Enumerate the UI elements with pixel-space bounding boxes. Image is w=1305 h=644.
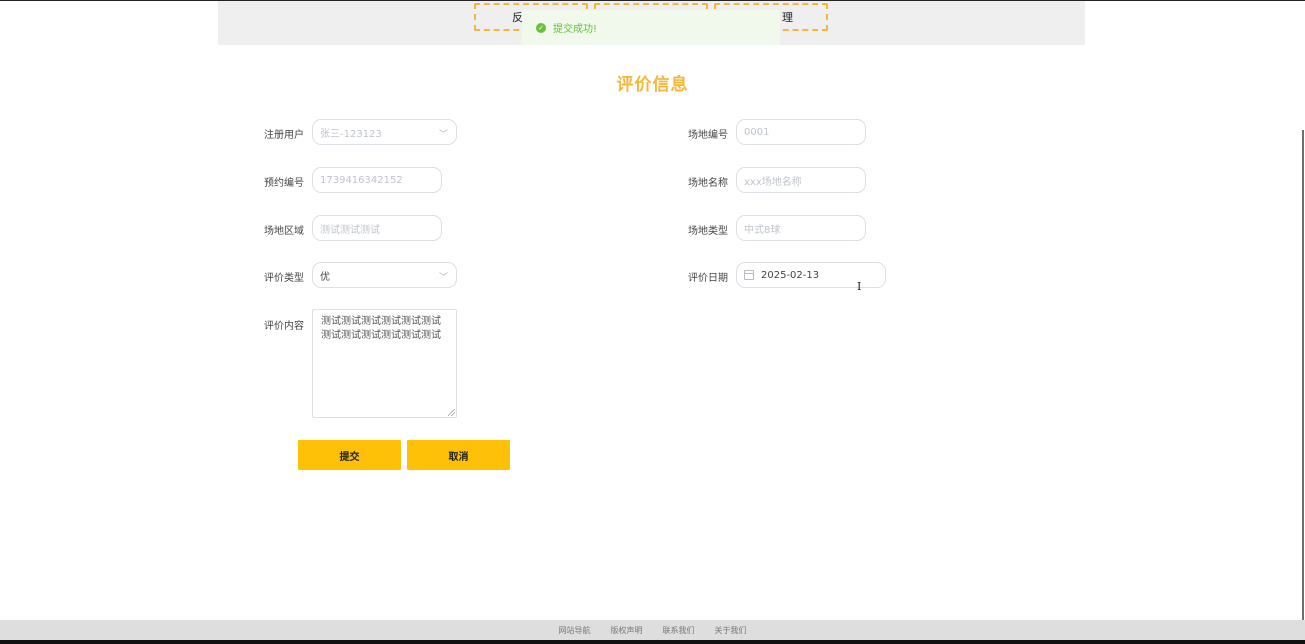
chevron-down-icon: ﹀ bbox=[438, 273, 448, 283]
review-type-value: 优 bbox=[320, 271, 330, 283]
footer-link-about[interactable]: 关于我们 bbox=[715, 625, 747, 636]
footer-link-copyright[interactable]: 版权声明 bbox=[611, 625, 643, 636]
booking-no-input[interactable]: 1739416342152 bbox=[312, 167, 442, 193]
toast-message: 提交成功! bbox=[553, 24, 598, 35]
review-content-label: 评价内容 bbox=[264, 321, 304, 332]
user-select[interactable]: 张三-123123 ﹀ bbox=[312, 119, 457, 145]
venue-type-placeholder: 中式8球 bbox=[744, 224, 781, 236]
user-label: 注册用户 bbox=[264, 130, 304, 141]
venue-no-placeholder: 0001 bbox=[744, 126, 770, 138]
check-circle-icon: ✓ bbox=[536, 22, 546, 33]
review-type-select[interactable]: 优 ﹀ bbox=[312, 262, 457, 288]
chevron-down-icon: ﹀ bbox=[438, 130, 448, 140]
venue-type-input[interactable]: 中式8球 bbox=[736, 215, 866, 241]
footer: 网站导航 版权声明 联系我们 关于我们 bbox=[0, 620, 1305, 640]
success-toast: ✓ 提交成功! bbox=[522, 10, 780, 45]
venue-area-label: 场地区域 bbox=[264, 226, 304, 237]
calendar-icon bbox=[744, 270, 754, 280]
venue-no-input[interactable]: 0001 bbox=[736, 119, 866, 145]
review-content-textarea[interactable]: 测试测试测试测试测试测试测试测试测试测试测试测试 bbox=[312, 309, 457, 418]
booking-no-label: 预约编号 bbox=[264, 178, 304, 189]
page-title: 评价信息 bbox=[616, 75, 689, 95]
venue-area-input[interactable]: 测试测试测试 bbox=[312, 215, 442, 241]
review-content-value: 测试测试测试测试测试测试测试测试测试测试测试测试 bbox=[321, 316, 441, 341]
footer-link-nav[interactable]: 网站导航 bbox=[559, 625, 591, 636]
user-select-placeholder: 张三-123123 bbox=[320, 128, 382, 140]
cancel-button[interactable]: 取消 bbox=[407, 440, 510, 470]
review-date-label: 评价日期 bbox=[688, 273, 728, 284]
footer-link-contact[interactable]: 联系我们 bbox=[663, 625, 695, 636]
venue-name-placeholder: xxx场地名称 bbox=[744, 176, 802, 188]
venue-name-input[interactable]: xxx场地名称 bbox=[736, 167, 866, 193]
window-bottom-border bbox=[0, 640, 1305, 644]
venue-type-label: 场地类型 bbox=[688, 226, 728, 237]
venue-no-label: 场地编号 bbox=[688, 130, 728, 141]
review-type-label: 评价类型 bbox=[264, 273, 304, 284]
venue-name-label: 场地名称 bbox=[688, 178, 728, 189]
submit-button[interactable]: 提交 bbox=[298, 440, 401, 470]
nav-tab-3-label: 理 bbox=[782, 11, 793, 24]
scrollbar[interactable] bbox=[1302, 130, 1304, 620]
review-date-value: 2025-02-13 bbox=[761, 269, 820, 281]
textarea-resize-handle[interactable] bbox=[448, 409, 455, 416]
booking-no-placeholder: 1739416342152 bbox=[320, 174, 403, 186]
review-date-picker[interactable]: 2025-02-13 bbox=[736, 262, 886, 288]
venue-area-placeholder: 测试测试测试 bbox=[320, 224, 380, 236]
text-cursor-icon: I bbox=[857, 280, 862, 293]
